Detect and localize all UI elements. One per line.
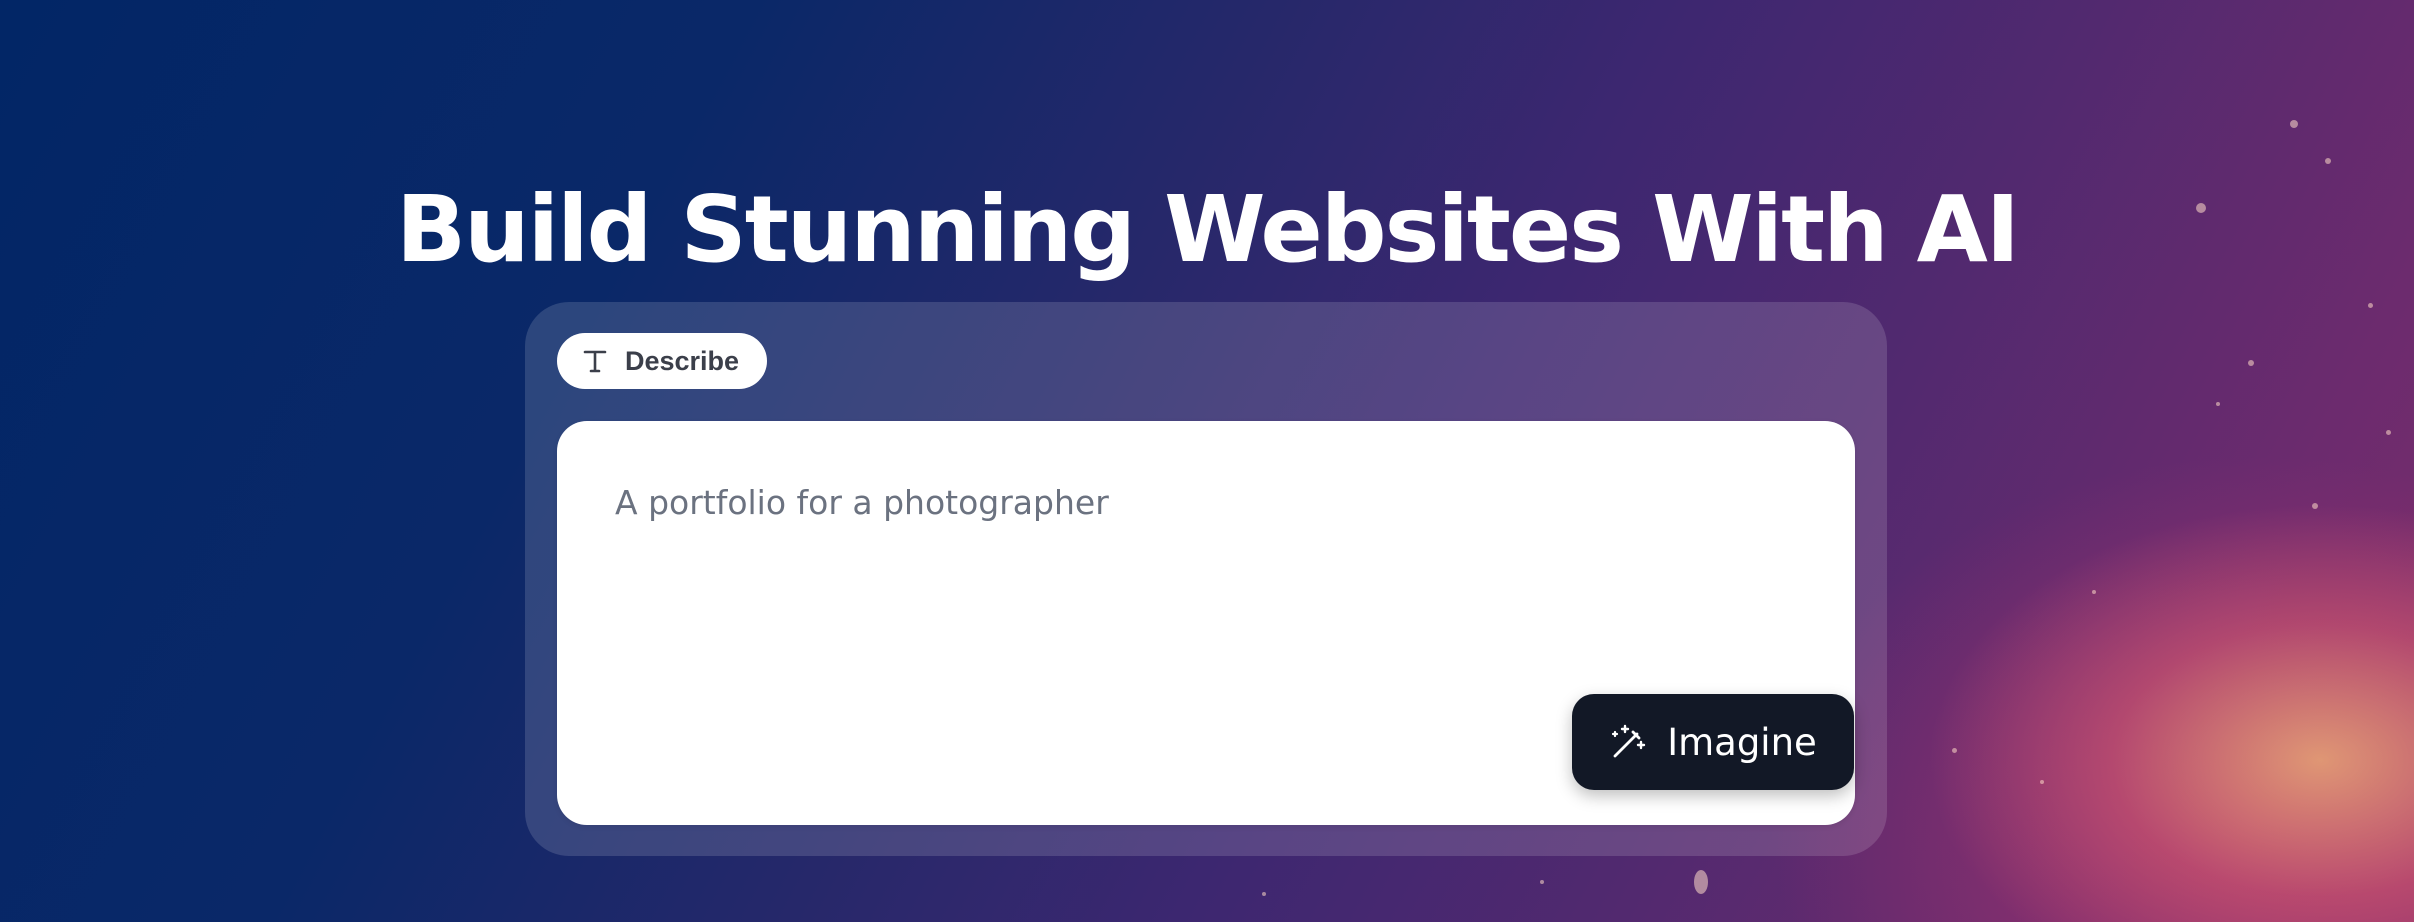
describe-mode-button[interactable]: Describe (557, 333, 767, 389)
magic-wand-icon (1609, 722, 1649, 762)
star-decoration (1952, 748, 1957, 753)
star-decoration (2040, 780, 2044, 784)
prompt-card: Imagine (557, 421, 1855, 825)
star-decoration (1540, 880, 1544, 884)
star-decoration (1694, 870, 1708, 894)
prompt-panel: Describe Imagine (525, 302, 1887, 856)
prompt-input[interactable] (615, 483, 1775, 683)
star-decoration (2386, 430, 2391, 435)
star-decoration (2312, 503, 2318, 509)
star-decoration (2325, 158, 2331, 164)
star-decoration (2216, 402, 2220, 406)
describe-mode-label: Describe (625, 345, 740, 376)
star-decoration (1262, 892, 1266, 896)
imagine-button[interactable]: Imagine (1572, 694, 1854, 790)
text-type-icon (581, 347, 609, 375)
star-decoration (2092, 590, 2096, 594)
page-title: Build Stunning Websites With AI (395, 175, 2020, 283)
star-decoration (2290, 120, 2298, 128)
star-decoration (2248, 360, 2254, 366)
star-decoration (2368, 303, 2373, 308)
imagine-button-label: Imagine (1667, 720, 1817, 764)
